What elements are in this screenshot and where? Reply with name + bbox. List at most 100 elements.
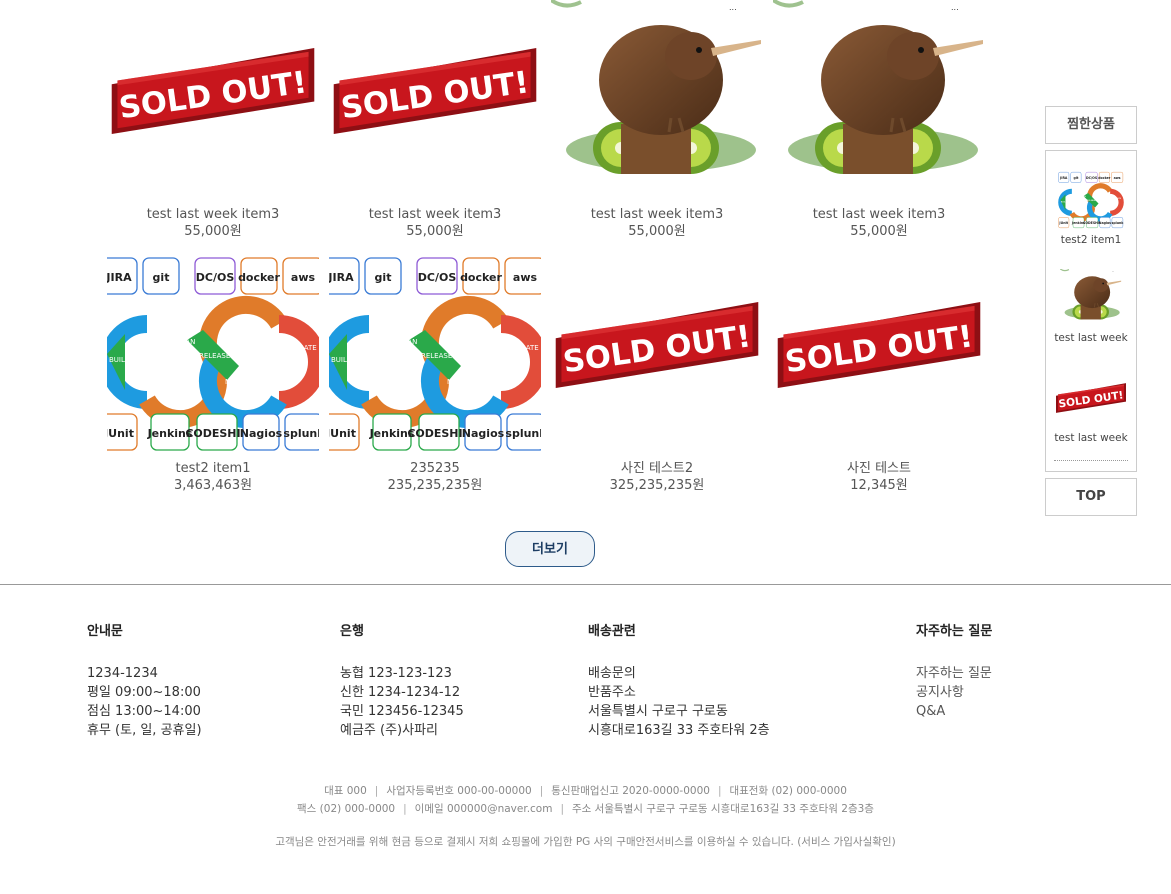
product-card[interactable]: SOLD OUT! 사진 테스트 12,345원: [773, 254, 985, 494]
company-fax: 팩스 (02) 000-0000: [297, 803, 396, 815]
product-card[interactable]: JIRA git DC/OS docker aws CODE BUILD TES…: [329, 254, 541, 494]
top-button[interactable]: TOP: [1045, 478, 1137, 516]
product-name[interactable]: test last week item3: [329, 206, 541, 223]
product-price: 55,000원: [628, 224, 686, 239]
footer-delivery-title: 배송관련: [588, 624, 636, 639]
footer-delivery-line: 서울특별시 구로구 구로동: [588, 704, 728, 719]
product-card[interactable]: SOLD OUT! test last week item3 55,000원: [107, 0, 319, 240]
footer-delivery-line: 반품주소: [588, 685, 636, 700]
footer-qna-link[interactable]: Q&A: [916, 702, 992, 721]
wishlist-item[interactable]: SOLD OUT! test last week: [1054, 369, 1128, 445]
product-name[interactable]: test last week item3: [773, 206, 985, 223]
footer-faq: 자주하는 질문 자주하는 질문 공지사항 Q&A: [916, 622, 992, 721]
product-image[interactable]: SOLD OUT!: [773, 254, 985, 454]
product-card[interactable]: ... test last week item3 55,000원: [773, 0, 985, 240]
svg-text:Nagios: Nagios: [462, 427, 505, 440]
product-price: 55,000원: [406, 224, 464, 239]
svg-text:DC/OS: DC/OS: [1086, 176, 1098, 180]
product-image[interactable]: ...: [551, 0, 763, 200]
svg-text:aws: aws: [513, 271, 538, 284]
footer-bank-line: 예금주 (주)사파리: [340, 723, 438, 738]
footer-faq-title: 자주하는 질문: [916, 624, 993, 639]
svg-text:splunk: splunk: [283, 427, 319, 440]
product-image[interactable]: ...: [773, 0, 985, 200]
product-image[interactable]: JIRA git DC/OS docker aws CODE BUILD TES…: [329, 254, 541, 454]
svg-text:JUnit: JUnit: [107, 427, 134, 440]
svg-text:Nagios: Nagios: [1099, 221, 1111, 225]
svg-text:RELEASE: RELEASE: [199, 352, 230, 360]
wishlist-item[interactable]: JIRA git DC/OS docker aws CODE BUILD TES…: [1054, 171, 1128, 247]
product-name[interactable]: 사진 테스트: [773, 460, 985, 477]
svg-text:git: git: [375, 271, 392, 284]
svg-text:DEPLOY: DEPLOY: [231, 318, 259, 326]
product-image[interactable]: SOLD OUT!: [329, 0, 541, 200]
svg-text:Nagios: Nagios: [240, 427, 283, 440]
footer-guide-line: 점심 13:00~14:00: [87, 704, 201, 719]
sold-out-graphic: SOLD OUT!: [777, 302, 981, 388]
product-image[interactable]: SOLD OUT!: [551, 254, 763, 454]
company-info-row: 대표 000 | 사업자등록번호 000-00-00000 | 통신판매업신고 2020…: [324, 785, 847, 797]
sold-out-graphic: SOLD OUT!: [111, 48, 315, 134]
svg-text:JUnit: JUnit: [1058, 221, 1068, 225]
footer-faq-link[interactable]: 자주하는 질문: [916, 664, 992, 683]
svg-text:MONITOR: MONITOR: [447, 378, 481, 386]
svg-text:...: ...: [1112, 270, 1114, 273]
svg-text:docker: docker: [238, 271, 280, 284]
svg-text:PLAN: PLAN: [177, 338, 195, 346]
footer-delivery-line: 시흥대로163길 33 주호타워 2층: [588, 723, 770, 738]
footer-guide-title: 안내문: [87, 624, 123, 639]
svg-text:DEPLOY: DEPLOY: [1096, 190, 1105, 192]
svg-text:splunk: splunk: [505, 427, 541, 440]
devops-infinity-graphic: JIRA git DC/OS docker aws CODE BUILD TES…: [1058, 171, 1124, 229]
footer-notice-link[interactable]: 공지사항: [916, 683, 992, 702]
escrow-notice[interactable]: 고객님은 안전거래를 위해 현금 등으로 결제시 저희 쇼핑몰에 가입한 PG …: [0, 834, 1171, 849]
company-ceo: 대표 000: [324, 785, 367, 797]
devops-infinity-graphic: JIRA git DC/OS docker aws CODE BUILD TES…: [329, 254, 541, 454]
product-image[interactable]: JIRA git DC/OS docker aws CODE BUILD TES…: [107, 254, 319, 454]
wishlist-item-label[interactable]: test last week: [1054, 331, 1128, 345]
product-name[interactable]: 235235: [329, 460, 541, 477]
product-card[interactable]: ... test last week item3 55,000원: [551, 0, 763, 240]
svg-text:JIRA: JIRA: [329, 271, 354, 284]
company-mail-order-number: 통신판매업신고 2020-0000-0000: [551, 785, 710, 797]
wishlist-item-label[interactable]: test2 item1: [1054, 233, 1128, 247]
svg-text:...: ...: [729, 3, 737, 12]
footer-bank-title: 은행: [340, 624, 364, 639]
footer-guide: 안내문 1234-1234 평일 09:00~18:00 점심 13:00~14…: [87, 622, 202, 740]
more-button[interactable]: 더보기: [505, 531, 595, 567]
kiwi-bird-graphic: ...: [551, 0, 761, 174]
svg-text:BUILD: BUILD: [331, 356, 352, 364]
product-price: 325,235,235원: [609, 478, 705, 493]
product-card[interactable]: SOLD OUT! 사진 테스트2 325,235,235원: [551, 254, 763, 494]
product-image[interactable]: SOLD OUT!: [107, 0, 319, 200]
wishlist-item-label[interactable]: test last week: [1054, 431, 1128, 445]
svg-text:BUILD: BUILD: [109, 356, 130, 364]
svg-text:splunk: splunk: [1111, 221, 1124, 225]
footer-guide-line: 평일 09:00~18:00: [87, 685, 201, 700]
product-name[interactable]: 사진 테스트2: [551, 460, 763, 477]
product-card[interactable]: JIRA git DC/OS docker aws CODE BUILD TES…: [107, 254, 319, 494]
wishlist-item-image[interactable]: ...: [1056, 269, 1126, 327]
product-name[interactable]: test2 item1: [107, 460, 319, 477]
devops-infinity-graphic: JIRA git DC/OS docker aws CODE BUILD TES…: [107, 254, 319, 454]
svg-text:TEST: TEST: [372, 380, 391, 388]
product-price: 55,000원: [850, 224, 908, 239]
wishlist-item-image[interactable]: SOLD OUT!: [1056, 369, 1126, 427]
wishlist-item[interactable]: ... test last week: [1054, 269, 1128, 345]
company-info-row: 팩스 (02) 000-0000 | 이메일 000000@naver.com | 주소…: [297, 803, 874, 815]
product-card[interactable]: SOLD OUT! test last week item3 55,000원: [329, 0, 541, 240]
svg-text:MONITOR: MONITOR: [225, 378, 259, 386]
wishlist-divider: [1054, 460, 1128, 461]
svg-text:JIRA: JIRA: [1059, 176, 1068, 180]
svg-text:DC/OS: DC/OS: [418, 271, 457, 284]
footer-bank-line: 신한 1234-1234-12: [340, 685, 461, 700]
svg-text:RELEASE: RELEASE: [421, 352, 452, 360]
wishlist-item-image[interactable]: JIRA git DC/OS docker aws CODE BUILD TES…: [1056, 171, 1126, 229]
product-name[interactable]: test last week item3: [107, 206, 319, 223]
product-price: 12,345원: [850, 478, 908, 493]
sold-out-graphic: SOLD OUT!: [1056, 383, 1126, 413]
svg-text:BUILD: BUILD: [1061, 201, 1068, 203]
product-name[interactable]: test last week item3: [551, 206, 763, 223]
footer-guide-line: 휴무 (토, 일, 공휴일): [87, 723, 202, 738]
svg-text:PLAN: PLAN: [399, 338, 417, 346]
